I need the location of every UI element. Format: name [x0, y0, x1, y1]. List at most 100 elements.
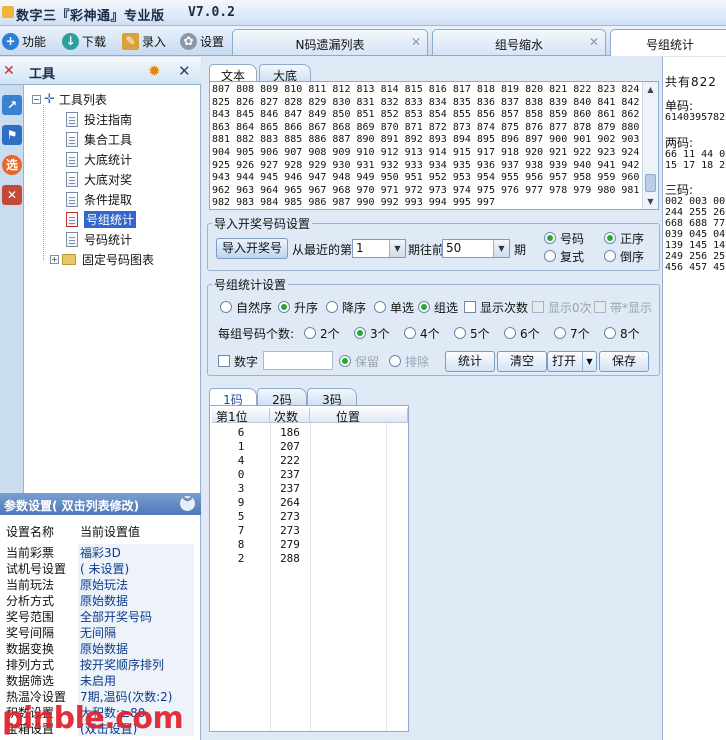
group-size-5-radio[interactable]: 5个 — [454, 325, 490, 341]
input-button[interactable]: ✎ 录入 — [122, 30, 166, 52]
open-button[interactable]: 打开 ▼ — [547, 351, 597, 372]
tree-item-base-check[interactable]: 大底对奖 — [66, 170, 132, 188]
chevron-down-icon[interactable]: ︾ — [180, 496, 195, 511]
table-row[interactable]: 3 237 — [210, 482, 408, 496]
dropdown-arrow-icon[interactable]: ▼ — [493, 240, 509, 257]
collapse-icon[interactable]: − — [32, 94, 41, 104]
table-row[interactable]: 4 222 — [210, 454, 408, 468]
show-star-checkbox[interactable]: 带*显示 — [594, 299, 652, 315]
scroll-thumb[interactable] — [645, 174, 656, 192]
function-button[interactable]: + 功能 — [2, 30, 46, 52]
number-text-area[interactable]: 807 808 809 810 811 812 813 814 815 816 … — [209, 81, 659, 210]
select-icon[interactable]: 选 — [2, 155, 22, 175]
checkbox-label: 数字 — [234, 354, 259, 369]
digit-filter-checkbox[interactable]: 数字 — [218, 353, 258, 369]
vertical-scrollbar[interactable]: ▲ ▼ — [642, 82, 658, 209]
param-row[interactable]: 数据筛选 未启用 — [6, 672, 194, 688]
tab-group-shrink[interactable]: 组号缩水 ✕ — [432, 29, 606, 55]
period-count-select[interactable]: 50 ▼ — [442, 239, 510, 258]
table-row[interactable]: 9 264 — [210, 496, 408, 510]
gear-icon[interactable]: ✹ — [148, 62, 161, 80]
table-row[interactable]: 0 237 — [210, 468, 408, 482]
param-row[interactable]: 当前彩票 福彩3D — [6, 544, 194, 560]
import-draws-button[interactable]: 导入开奖号 — [216, 238, 288, 259]
scroll-up-icon[interactable]: ▲ — [645, 84, 656, 95]
chart-icon[interactable]: ↗ — [2, 95, 22, 115]
order-reverse-radio[interactable]: 倒序 — [604, 248, 644, 264]
radio-label: 5个 — [470, 326, 490, 341]
sort-descending-radio[interactable]: 降序 — [326, 299, 366, 315]
statistics-button[interactable]: 统计 — [445, 351, 495, 372]
expand-icon[interactable]: + — [50, 254, 59, 264]
order-forward-radio[interactable]: 正序 — [604, 230, 644, 246]
dropdown-arrow-icon[interactable]: ▼ — [582, 352, 596, 371]
single-select-radio[interactable]: 单选 — [374, 299, 414, 315]
tree-folder-fixed-charts[interactable]: + 固定号码图表 — [50, 250, 154, 268]
group-select-radio[interactable]: 组选 — [418, 299, 458, 315]
group-size-2-radio[interactable]: 2个 — [304, 325, 340, 341]
sort-ascending-radio[interactable]: 升序 — [278, 299, 318, 315]
tree-item-condition-extract[interactable]: 条件提取 — [66, 190, 132, 208]
radio-dot — [604, 232, 616, 244]
table-row[interactable]: 2 288 — [210, 552, 408, 566]
tree-item-betting-guide[interactable]: 投注指南 — [66, 110, 132, 128]
tree-item-set-tools[interactable]: 集合工具 — [66, 130, 132, 148]
param-row[interactable]: 当前玩法 原始玩法 — [6, 576, 194, 592]
column-header-position-1[interactable]: 第1位 — [212, 408, 270, 424]
column-header-location[interactable]: 位置 — [310, 408, 408, 424]
table-row[interactable]: 6 186 — [210, 426, 408, 440]
tab-n-code-missing-list[interactable]: N码遗漏列表 ✕ — [232, 29, 428, 55]
group-size-4-radio[interactable]: 4个 — [404, 325, 440, 341]
close-icon[interactable]: ✕ — [411, 35, 421, 49]
clear-button[interactable]: 清空 — [497, 351, 547, 372]
param-row[interactable]: 试机号设置 ( 未设置) — [6, 560, 194, 576]
table-row[interactable]: 1 207 — [210, 440, 408, 454]
results-table[interactable]: 第1位 次数 位置 6 186 1 207 4 222 0 237 3 237 9 264 5 273 7 2… — [209, 405, 409, 732]
group-size-7-radio[interactable]: 7个 — [554, 325, 590, 341]
tools-icon[interactable]: ✕ — [2, 185, 22, 205]
show-count-checkbox[interactable]: 显示次数 — [464, 299, 528, 315]
keep-radio[interactable]: 保留 — [339, 353, 379, 369]
param-row[interactable]: 奖号范围 全部开奖号码 — [6, 608, 194, 624]
param-row[interactable]: 分析方式 原始数据 — [6, 592, 194, 608]
tab-3-code[interactable]: 3码 — [307, 388, 357, 407]
param-row[interactable]: 排列方式 按开奖顺序排列 — [6, 656, 194, 672]
type-compound-radio[interactable]: 复式 — [544, 248, 584, 264]
tab-1-code[interactable]: 1码 — [209, 388, 257, 407]
table-row[interactable]: 7 273 — [210, 524, 408, 538]
param-row[interactable]: 数据变换 原始数据 — [6, 640, 194, 656]
param-row[interactable]: 奖号间隔 无间隔 — [6, 624, 194, 640]
group-size-8-radio[interactable]: 8个 — [604, 325, 640, 341]
dropdown-arrow-icon[interactable]: ▼ — [389, 240, 405, 257]
close-icon[interactable]: ✕ — [589, 35, 599, 49]
tab-text[interactable]: 文本 — [209, 64, 257, 83]
from-period-select[interactable]: 1 ▼ — [352, 239, 406, 258]
save-button[interactable]: 保存 — [599, 351, 649, 372]
close-icon[interactable]: ✕ — [178, 62, 191, 80]
column-header-count[interactable]: 次数 — [270, 408, 310, 424]
flag-icon[interactable]: ⚑ — [2, 125, 22, 145]
tree-item-number-statistics[interactable]: 号码统计 — [66, 230, 132, 248]
download-button[interactable]: ↓ 下载 — [62, 30, 106, 52]
radio-dot — [604, 327, 616, 339]
table-row[interactable]: 8 279 — [210, 538, 408, 552]
tree-root[interactable]: − ✛ 工具列表 — [32, 90, 107, 108]
tree-item-base-statistics[interactable]: 大底统计 — [66, 150, 132, 168]
tree-item-group-statistics[interactable]: 号组统计 — [66, 210, 137, 228]
settings-button[interactable]: ✿ 设置 — [180, 30, 224, 52]
param-value: 原始数据 — [78, 592, 194, 608]
show-zero-checkbox[interactable]: 显示0次 — [532, 299, 592, 315]
scroll-down-icon[interactable]: ▼ — [645, 196, 656, 207]
tab-2-code[interactable]: 2码 — [257, 388, 307, 407]
group-size-6-radio[interactable]: 6个 — [504, 325, 540, 341]
radio-dot — [454, 327, 466, 339]
tree-item-label: 大底统计 — [84, 152, 133, 167]
sort-natural-radio[interactable]: 自然序 — [220, 299, 272, 315]
tab-group-statistics[interactable]: 号组统计 — [610, 29, 726, 56]
digit-filter-input[interactable] — [263, 351, 333, 370]
group-size-3-radio[interactable]: 3个 — [354, 325, 390, 341]
type-number-radio[interactable]: 号码 — [544, 230, 584, 246]
remove-radio[interactable]: 排除 — [389, 353, 429, 369]
tab-base[interactable]: 大底 — [259, 64, 311, 83]
table-row[interactable]: 5 273 — [210, 510, 408, 524]
